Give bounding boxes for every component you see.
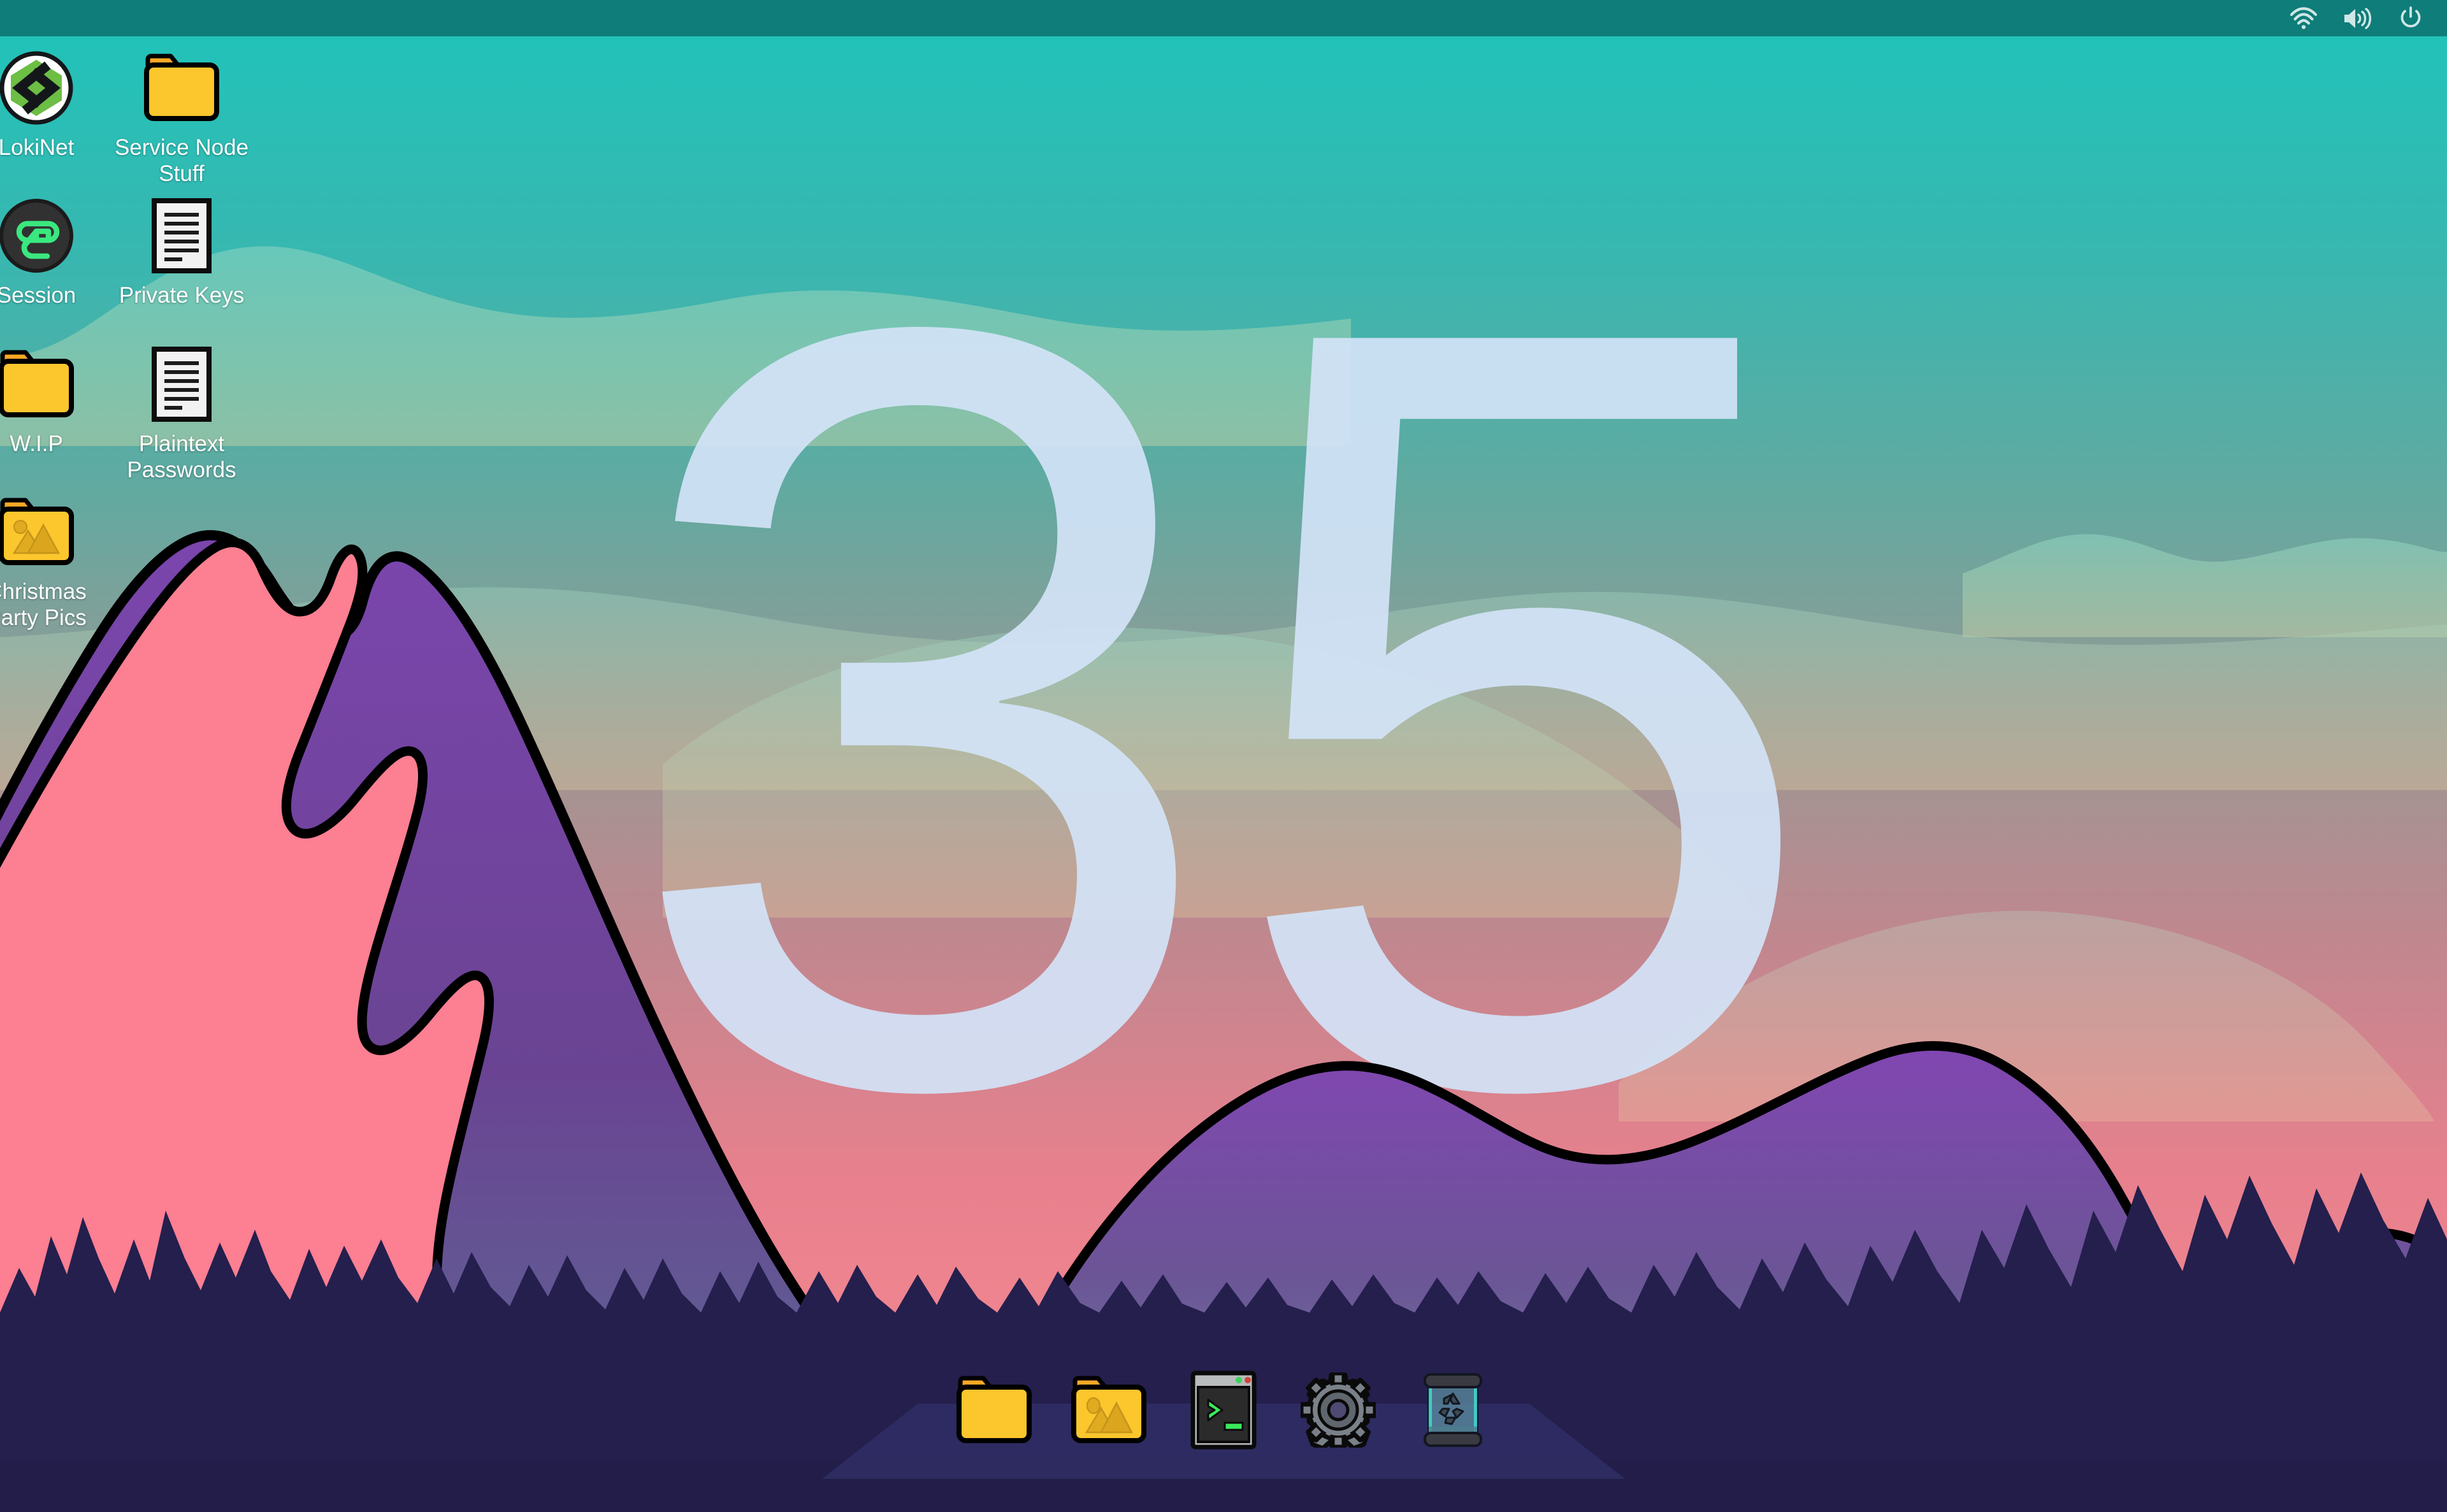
dock-item-trash[interactable] <box>1412 1369 1494 1451</box>
document-icon <box>140 343 223 426</box>
desktop: 35 LokiNet Service Node Stuff Session Pr… <box>0 0 2447 1512</box>
desktop-icon-wip[interactable]: W.I.P <box>0 343 110 457</box>
dock <box>0 1365 2447 1512</box>
desktop-icon-label: Plaintext Passwords <box>127 431 236 482</box>
desktop-icon-label: W.I.P <box>10 431 63 456</box>
desktop-icon-private-keys[interactable]: Private Keys <box>108 194 255 308</box>
desktop-icon-plaintext-passwords[interactable]: Plaintext Passwords <box>108 343 255 483</box>
desktop-icon-label: LokiNet <box>0 135 75 160</box>
power-icon[interactable] <box>2396 4 2425 33</box>
folder-icon <box>140 47 223 129</box>
document-icon <box>140 194 223 277</box>
folder-icon <box>0 343 78 426</box>
desktop-icon-christmas-party-pics[interactable]: Christmas Party Pics <box>0 491 110 631</box>
session-icon <box>0 194 78 277</box>
pictures-folder-icon <box>0 491 78 573</box>
desktop-icon-label: Service Node Stuff <box>114 135 249 186</box>
dock-items <box>953 1369 1494 1451</box>
desktop-icon-label: Christmas Party Pics <box>0 579 87 630</box>
dock-item-files[interactable] <box>953 1369 1035 1451</box>
desktop-icon-layer: LokiNet Service Node Stuff Session Priva… <box>0 36 2447 1512</box>
dock-item-terminal[interactable] <box>1183 1369 1264 1451</box>
volume-icon[interactable] <box>2342 4 2372 33</box>
desktop-icon-label: Session <box>0 283 76 308</box>
wifi-icon[interactable] <box>2289 4 2318 33</box>
dock-item-pictures[interactable] <box>1068 1369 1150 1451</box>
top-bar <box>0 0 2447 36</box>
desktop-icon-lokinet[interactable]: LokiNet <box>0 47 110 161</box>
desktop-icon-service-node-stuff[interactable]: Service Node Stuff <box>108 47 255 187</box>
desktop-icon-session[interactable]: Session <box>0 194 110 308</box>
lokinet-icon <box>0 47 78 129</box>
desktop-icon-label: Private Keys <box>119 283 245 308</box>
dock-item-settings[interactable] <box>1297 1369 1379 1451</box>
